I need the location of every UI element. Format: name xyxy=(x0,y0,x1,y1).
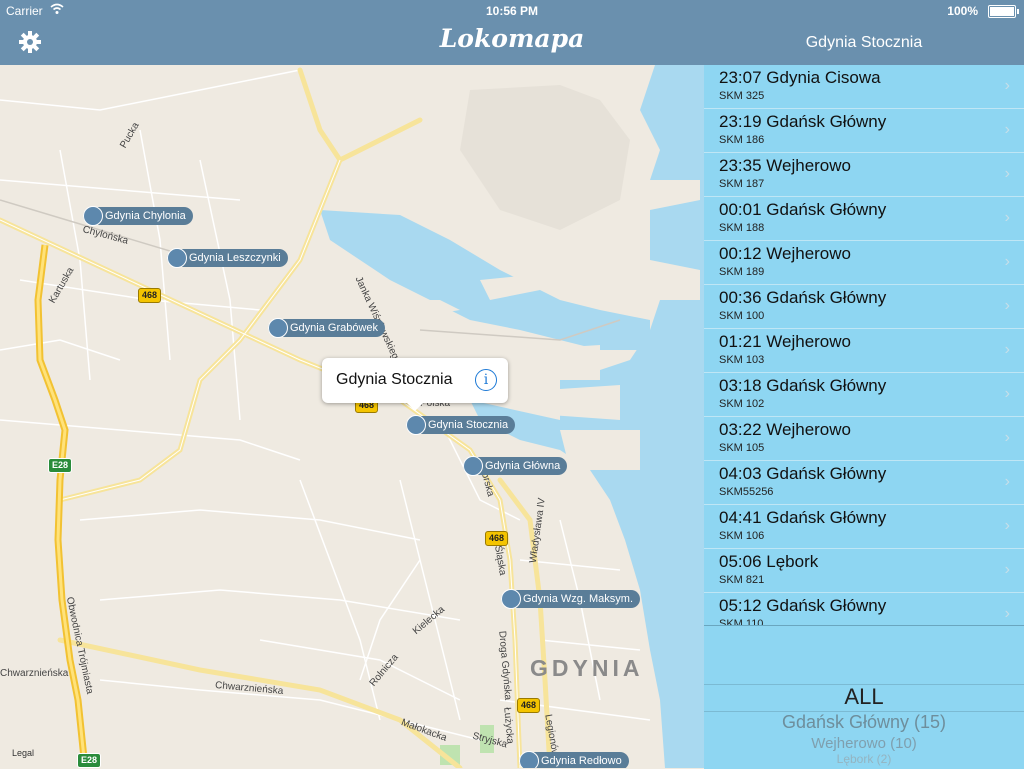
station-pin-chylonia[interactable]: Gdynia Chylonia xyxy=(83,206,193,226)
departure-train-number: SKM 186 xyxy=(719,134,765,146)
departure-time-destination: 05:12 Gdańsk Główny xyxy=(719,596,887,615)
road-shield: 468 xyxy=(485,531,509,546)
status-bar: Carrier 10:56 PM 100% xyxy=(0,0,1024,22)
chevron-right-icon: › xyxy=(1004,165,1010,182)
departure-train-number: SKM 100 xyxy=(719,310,765,322)
departure-time-destination: 03:22 Wejherowo xyxy=(719,420,851,439)
departures-list[interactable]: 23:07 Gdynia Cisowa SKM 325 › 23:19 Gdańsk … xyxy=(704,65,1024,625)
chevron-right-icon: › xyxy=(1004,341,1010,358)
departure-train-number: SKM 189 xyxy=(719,266,765,278)
departure-row[interactable]: 00:01 Gdańsk Główny SKM 188 › xyxy=(704,197,1024,241)
chevron-right-icon: › xyxy=(1004,605,1010,622)
departure-time-destination: 23:07 Gdynia Cisowa xyxy=(719,68,881,87)
departure-time-destination: 04:03 Gdańsk Główny xyxy=(719,464,887,483)
station-dot xyxy=(268,318,288,338)
picker-option[interactable]: Gdańsk Główny (15) xyxy=(704,712,1024,733)
picker-option-selected[interactable]: ALL xyxy=(704,684,1024,710)
departure-row[interactable]: 05:06 Lębork SKM 821 › xyxy=(704,549,1024,593)
chevron-right-icon: › xyxy=(1004,473,1010,490)
station-pin-leszczynki[interactable]: Gdynia Leszczynki xyxy=(167,248,288,268)
departure-train-number: SKM 103 xyxy=(719,354,765,366)
departure-train-number: SKM 821 xyxy=(719,574,765,586)
departure-row[interactable]: 01:21 Wejherowo SKM 103 › xyxy=(704,329,1024,373)
departure-row[interactable]: 04:03 Gdańsk Główny SKM55256 › xyxy=(704,461,1024,505)
departure-time-destination: 01:21 Wejherowo xyxy=(719,332,851,351)
departure-row[interactable]: 23:07 Gdynia Cisowa SKM 325 › xyxy=(704,65,1024,109)
legal-link[interactable]: Legal xyxy=(12,748,34,758)
departure-row[interactable]: 23:19 Gdańsk Główny SKM 186 › xyxy=(704,109,1024,153)
departure-time-destination: 00:36 Gdańsk Główny xyxy=(719,288,887,307)
station-pin-glowna[interactable]: Gdynia Główna xyxy=(463,456,568,476)
departure-train-number: SKM 105 xyxy=(719,442,765,454)
station-label: Gdynia Wzg. Maksym. xyxy=(523,593,634,605)
departure-time-destination: 00:01 Gdańsk Główny xyxy=(719,200,887,219)
map-view[interactable]: Pucka Chylońska Kartuska Janka Wiśniewsk… xyxy=(0,65,704,768)
departure-train-number: SKM 110 xyxy=(719,618,764,625)
callout-tail xyxy=(407,403,423,411)
panel-title: Gdynia Stocznia xyxy=(805,34,923,51)
departure-time-destination: 05:06 Lębork xyxy=(719,552,819,571)
station-dot xyxy=(406,415,426,435)
station-dot xyxy=(463,456,483,476)
departure-train-number: SKM 187 xyxy=(719,178,765,190)
picker-option[interactable]: Lębork (2) xyxy=(704,752,1024,766)
station-dot xyxy=(501,589,521,609)
station-label: Gdynia Redłowo xyxy=(541,755,622,767)
station-pin-grabowek[interactable]: Gdynia Grabówek xyxy=(268,318,386,338)
departure-time-destination: 23:35 Wejherowo xyxy=(719,156,851,175)
departure-train-number: SKM 188 xyxy=(719,222,765,234)
chevron-right-icon: › xyxy=(1004,517,1010,534)
gear-icon[interactable] xyxy=(18,30,42,54)
chevron-right-icon: › xyxy=(1004,121,1010,138)
battery-icon xyxy=(988,5,1019,18)
departure-train-number: SKM 102 xyxy=(719,398,765,410)
departures-panel: Gdynia Stocznia 23:07 Gdynia Cisowa SKM 3… xyxy=(704,0,1024,769)
chevron-right-icon: › xyxy=(1004,385,1010,402)
chevron-right-icon: › xyxy=(1004,429,1010,446)
street-label: Chwarznieńska xyxy=(0,668,69,679)
chevron-right-icon: › xyxy=(1004,253,1010,270)
destination-filter-picker[interactable]: ALL Gdańsk Główny (15) Wejherowo (10) Lę… xyxy=(704,625,1024,769)
departure-row[interactable]: 23:35 Wejherowo SKM 187 › xyxy=(704,153,1024,197)
departure-row[interactable]: 03:22 Wejherowo SKM 105 › xyxy=(704,417,1024,461)
departure-train-number: SKM55256 xyxy=(719,486,774,498)
road-shield-e: E28 xyxy=(77,753,102,768)
departure-time-destination: 23:19 Gdańsk Główny xyxy=(719,112,887,131)
station-label: Gdynia Leszczynki xyxy=(189,252,281,264)
departure-time-destination: 04:41 Gdańsk Główny xyxy=(719,508,887,527)
departure-time-destination: 03:18 Gdańsk Główny xyxy=(719,376,887,395)
station-dot xyxy=(83,206,103,226)
station-label: Gdynia Główna xyxy=(485,460,561,472)
station-dot xyxy=(167,248,187,268)
chevron-right-icon: › xyxy=(1004,77,1010,94)
road-shield: 468 xyxy=(517,698,541,713)
departure-train-number: SKM 325 xyxy=(719,90,765,102)
departure-row[interactable]: 00:36 Gdańsk Główny SKM 100 › xyxy=(704,285,1024,329)
station-dot xyxy=(519,751,539,768)
station-pin-stocznia[interactable]: Gdynia Stocznia xyxy=(406,415,516,435)
battery-percent: 100% xyxy=(947,4,978,18)
picker-option[interactable]: Wejherowo (10) xyxy=(704,735,1024,752)
station-label: Gdynia Chylonia xyxy=(105,210,186,222)
road-shield-e: E28 xyxy=(48,458,73,473)
chevron-right-icon: › xyxy=(1004,561,1010,578)
road-shield: 468 xyxy=(138,288,162,303)
departure-train-number: SKM 106 xyxy=(719,530,765,542)
departure-row[interactable]: 04:41 Gdańsk Główny SKM 106 › xyxy=(704,505,1024,549)
chevron-right-icon: › xyxy=(1004,297,1010,314)
departure-time-destination: 00:12 Wejherowo xyxy=(719,244,851,263)
city-label: GDYNIA xyxy=(530,655,644,681)
station-callout[interactable]: Gdynia Stocznia i xyxy=(322,358,508,411)
station-pin-wzg-maksym[interactable]: Gdynia Wzg. Maksym. xyxy=(501,589,641,609)
station-pin-redlowo[interactable]: Gdynia Redłowo xyxy=(519,751,629,768)
station-label: Gdynia Grabówek xyxy=(290,322,379,334)
chevron-right-icon: › xyxy=(1004,209,1010,226)
departure-row[interactable]: 03:18 Gdańsk Główny SKM 102 › xyxy=(704,373,1024,417)
departure-row[interactable]: 00:12 Wejherowo SKM 189 › xyxy=(704,241,1024,285)
info-icon[interactable]: i xyxy=(475,369,497,391)
callout-title: Gdynia Stocznia xyxy=(336,371,453,388)
station-label: Gdynia Stocznia xyxy=(428,419,509,431)
departure-row[interactable]: 05:12 Gdańsk Główny SKM 110 › xyxy=(704,593,1024,625)
clock: 10:56 PM xyxy=(485,4,539,18)
